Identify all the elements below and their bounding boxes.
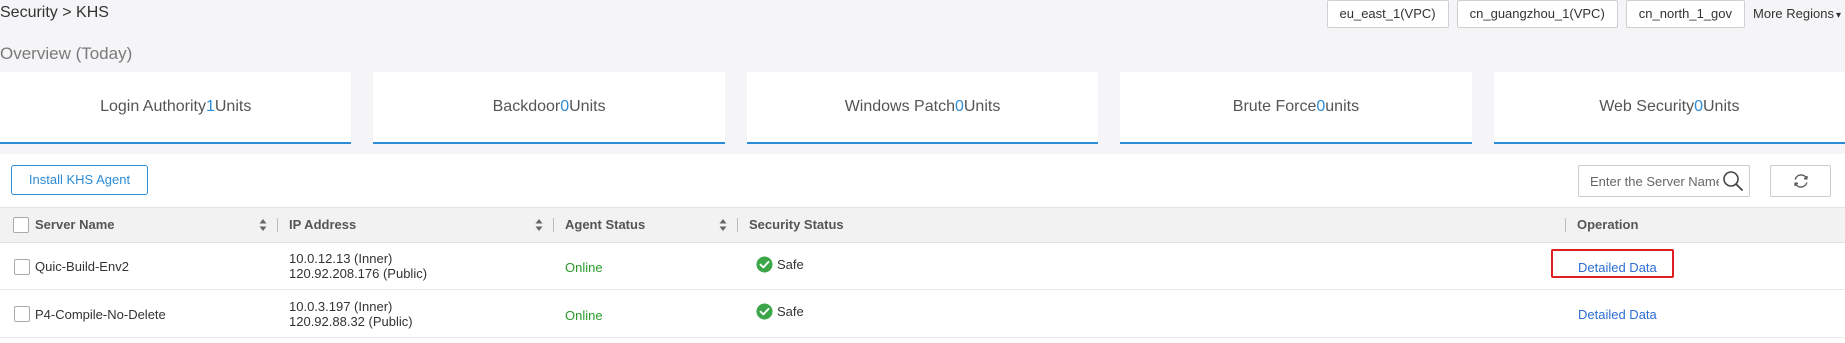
ip-address: 10.0.12.13 (Inner) 120.92.208.176 (Publi…: [289, 251, 427, 281]
column-divider: [277, 218, 278, 232]
highlight-box: [1551, 249, 1674, 278]
refresh-button[interactable]: [1770, 165, 1831, 197]
check-circle-icon: [756, 303, 773, 320]
column-security-status: Security Status: [749, 217, 844, 232]
row-checkbox[interactable]: [14, 259, 30, 275]
ip-address: 10.0.3.197 (Inner) 120.92.88.32 (Public): [289, 299, 413, 329]
table-header: Server Name IP Address Agent Status Secu…: [0, 207, 1845, 243]
column-operation: Operation: [1577, 217, 1639, 232]
server-search: [1578, 165, 1750, 197]
server-name: P4-Compile-No-Delete: [35, 307, 166, 322]
breadcrumb: Security > KHS: [0, 4, 109, 21]
card-label: Backdoor: [492, 98, 561, 115]
card-unit: units: [1325, 98, 1360, 115]
ip-inner: 10.0.12.13 (Inner): [289, 251, 393, 266]
server-name-search-input[interactable]: [1579, 167, 1719, 195]
overview-title: Overview (Today): [0, 44, 133, 63]
ip-public: 120.92.88.32 (Public): [289, 314, 413, 329]
sort-icon[interactable]: [259, 218, 267, 232]
card-windows-patch[interactable]: Windows Patch 0 Units: [746, 72, 1099, 144]
column-server-name[interactable]: Server Name: [35, 208, 115, 242]
card-unit: Units: [963, 98, 1001, 115]
caret-down-icon: ▾: [1835, 10, 1841, 21]
row-checkbox[interactable]: [14, 306, 30, 322]
table-row: P4-Compile-No-Delete 10.0.3.197 (Inner) …: [0, 291, 1845, 338]
card-backdoor[interactable]: Backdoor 0 Units: [373, 72, 725, 144]
overview-cards: Login Authority 1 Units Backdoor 0 Units…: [0, 72, 1845, 144]
more-regions-dropdown[interactable]: More Regions ▾: [1753, 0, 1841, 30]
card-count: 0: [1694, 98, 1703, 115]
table-row: Quic-Build-Env2 10.0.12.13 (Inner) 120.9…: [0, 243, 1845, 290]
sort-icon[interactable]: [535, 218, 543, 232]
more-regions-label: More Regions: [1753, 6, 1834, 21]
card-label: Web Security: [1599, 98, 1695, 115]
card-count: 0: [1316, 98, 1326, 115]
select-all-checkbox[interactable]: [13, 217, 29, 233]
region-button-eu-east-1[interactable]: eu_east_1(VPC): [1326, 0, 1449, 28]
region-button-cn-north-1-gov[interactable]: cn_north_1_gov: [1625, 0, 1746, 28]
ip-public: 120.92.208.176 (Public): [289, 266, 428, 281]
card-unit: Units: [569, 98, 606, 115]
detailed-data-link[interactable]: Detailed Data: [1578, 307, 1657, 322]
column-ip-address[interactable]: IP Address: [289, 208, 356, 242]
column-divider: [1565, 218, 1566, 232]
card-count: 1: [205, 98, 215, 115]
region-button-cn-guangzhou-1[interactable]: cn_guangzhou_1(VPC): [1456, 0, 1618, 28]
card-count: 0: [954, 98, 964, 115]
card-label: Brute Force: [1232, 98, 1317, 115]
server-name: Quic-Build-Env2: [35, 259, 129, 274]
security-status: Safe: [777, 257, 804, 272]
card-unit: Units: [214, 98, 252, 115]
card-web-security[interactable]: Web Security 0 Units: [1493, 72, 1845, 144]
column-agent-status[interactable]: Agent Status: [565, 208, 645, 242]
ip-inner: 10.0.3.197 (Inner): [289, 299, 393, 314]
card-label: Login Authority: [100, 98, 206, 115]
agent-status: Online: [565, 308, 603, 323]
column-divider: [553, 218, 554, 232]
sort-icon[interactable]: [719, 218, 727, 232]
card-unit: Units: [1702, 98, 1740, 115]
server-list-panel: Install KHS Agent Server Name IP Address…: [0, 154, 1845, 343]
card-brute-force[interactable]: Brute Force 0 units: [1120, 72, 1472, 144]
column-divider: [737, 218, 738, 232]
refresh-icon: [1793, 174, 1808, 188]
card-label: Windows Patch: [844, 98, 955, 115]
card-count: 0: [560, 98, 570, 115]
agent-status: Online: [565, 260, 603, 275]
security-status: Safe: [777, 304, 804, 319]
search-icon[interactable]: [1721, 169, 1745, 193]
install-khs-agent-button[interactable]: Install KHS Agent: [11, 165, 148, 195]
region-selector: eu_east_1(VPC) cn_guangzhou_1(VPC) cn_no…: [1326, 0, 1845, 30]
check-circle-icon: [756, 256, 773, 273]
card-login-authority[interactable]: Login Authority 1 Units: [0, 72, 352, 144]
